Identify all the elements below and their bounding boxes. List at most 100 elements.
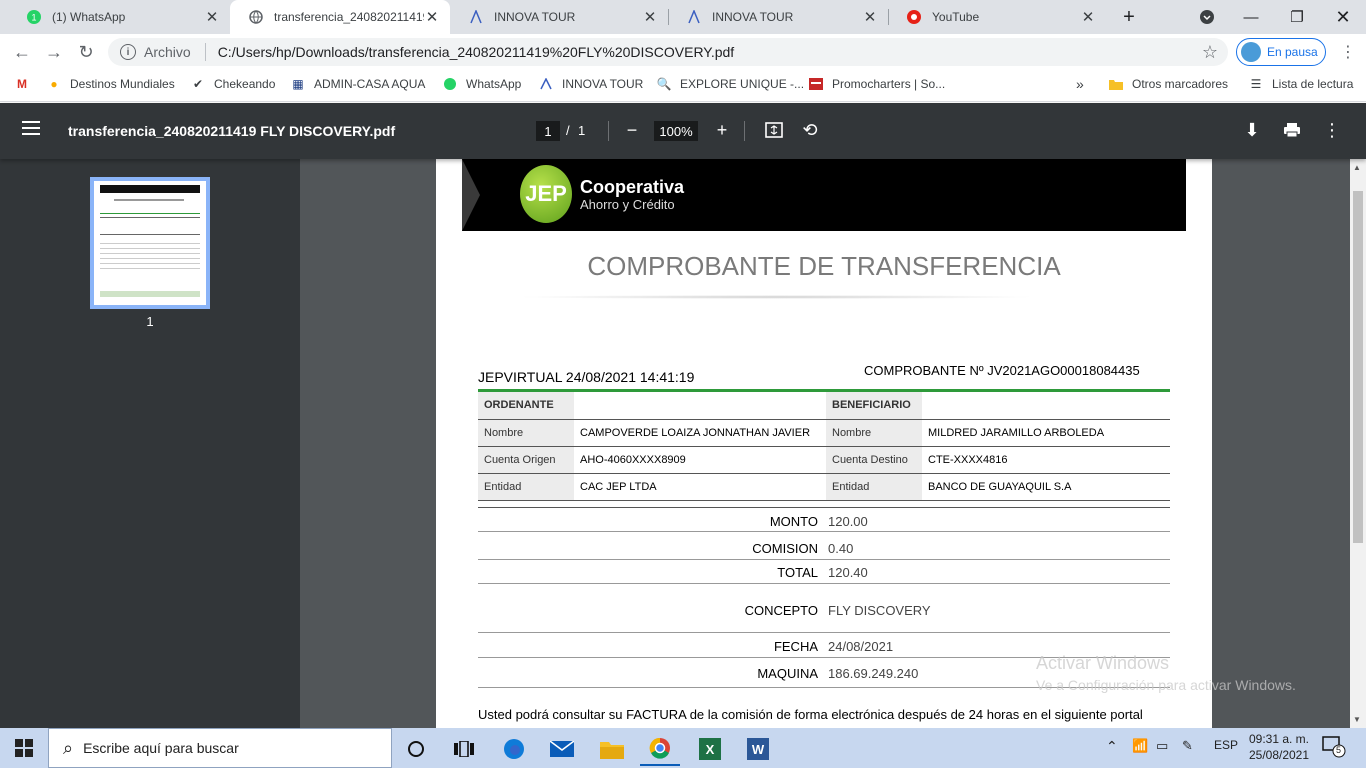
bookmark-label: INNOVA TOUR <box>562 77 644 91</box>
thumbnail-sidebar: 1 <box>0 159 300 728</box>
new-tab-button[interactable]: + <box>1106 0 1152 34</box>
url-text[interactable]: C:/Users/hp/Downloads/transferencia_2408… <box>218 44 1202 60</box>
bookmark-promocharters[interactable]: Promocharters | So... <box>808 70 945 98</box>
close-icon[interactable]: ✕ <box>862 8 878 26</box>
pdf-viewer[interactable]: JEP Cooperativa Ahorro y Crédito COMPROB… <box>300 159 1350 728</box>
brand-name: Cooperativa <box>580 177 685 197</box>
notification-count: 5 <box>1336 745 1342 755</box>
file-explorer-icon[interactable] <box>592 732 632 766</box>
tab-search-button[interactable] <box>1184 0 1230 34</box>
gmail-bookmark[interactable]: M <box>14 70 38 98</box>
star-icon[interactable]: ☆ <box>1202 42 1218 63</box>
minimize-button[interactable]: — <box>1228 0 1274 34</box>
cortana-icon[interactable] <box>396 732 436 766</box>
bookmark-destinos[interactable]: ● Destinos Mundiales <box>46 70 175 98</box>
mail-icon[interactable] <box>542 732 582 766</box>
title-underline <box>516 295 1036 299</box>
address-bar[interactable]: i Archivo C:/Users/hp/Downloads/transfer… <box>108 38 1228 66</box>
other-bookmarks[interactable]: Otros marcadores <box>1108 70 1228 98</box>
channel-datetime: JEPVIRTUAL 24/08/2021 14:41:19 <box>478 369 695 385</box>
table-cell: Entidad <box>826 473 922 501</box>
bookmark-innova[interactable]: INNOVA TOUR <box>538 70 643 98</box>
bookmark-label: EXPLORE UNIQUE -... <box>680 77 805 91</box>
amount-label: MONTO <box>769 514 818 529</box>
vertical-scrollbar[interactable]: ▲ ▼ <box>1350 159 1366 728</box>
taskbar-search[interactable]: ⌕ Escribe aquí para buscar <box>48 728 392 768</box>
bookmark-chekeando[interactable]: ✔ Chekeando <box>190 70 275 98</box>
profile-button[interactable]: En pausa <box>1236 38 1326 66</box>
clock-date: 25/08/2021 <box>1248 748 1310 762</box>
innova-icon <box>538 76 554 92</box>
tab-divider <box>888 9 889 25</box>
promo-icon <box>808 76 824 92</box>
reload-button[interactable]: ↻ <box>72 38 100 66</box>
close-icon[interactable]: ✕ <box>1080 8 1096 26</box>
close-icon[interactable]: ✕ <box>204 8 220 26</box>
zoom-in-icon[interactable]: + <box>710 117 734 143</box>
bookmark-whatsapp[interactable]: WhatsApp <box>442 70 521 98</box>
wifi-icon[interactable]: 📶 <box>1132 738 1148 754</box>
page-thumbnail[interactable] <box>90 177 210 309</box>
tab-innova-2[interactable]: INNOVA TOUR ✕ <box>668 0 888 34</box>
restore-button[interactable]: ❐ <box>1274 0 1320 34</box>
task-view-icon[interactable] <box>444 732 484 766</box>
windows-start-button[interactable] <box>0 728 48 768</box>
amount-value: 0.40 <box>828 541 854 556</box>
tab-youtube[interactable]: YouTube ✕ <box>888 0 1106 34</box>
scroll-up-icon[interactable]: ▲ <box>1353 163 1361 172</box>
more-menu-icon[interactable]: ⋮ <box>1334 38 1362 66</box>
clock-time: 09:31 a. m. <box>1248 732 1310 746</box>
close-icon[interactable]: ✕ <box>642 8 658 26</box>
scroll-down-icon[interactable]: ▼ <box>1353 715 1361 724</box>
chevron-right-icon[interactable]: » <box>1076 70 1084 98</box>
download-icon[interactable]: ⬇ <box>1240 117 1264 143</box>
amount-row-comision: COMISION 0.40 <box>478 535 1170 560</box>
excel-icon[interactable]: X <box>690 732 730 766</box>
close-window-button[interactable]: ✕ <box>1320 0 1366 34</box>
edge-icon[interactable] <box>494 732 534 766</box>
tab-transferencia[interactable]: transferencia_240820211419 ✕ <box>230 0 450 34</box>
fit-page-icon[interactable] <box>762 117 786 143</box>
tab-whatsapp[interactable]: 1 (1) WhatsApp ✕ <box>8 0 230 34</box>
bookmark-explore[interactable]: 🔍 EXPLORE UNIQUE -... <box>656 70 805 98</box>
zoom-input[interactable]: 100% <box>654 121 698 141</box>
bookmark-admin[interactable]: ▦ ADMIN-CASA AQUA <box>290 70 425 98</box>
menu-icon[interactable] <box>22 121 40 135</box>
amount-label: MAQUINA <box>757 666 818 681</box>
youtube-icon <box>906 9 922 25</box>
zoom-out-icon[interactable]: − <box>620 117 644 143</box>
beneficiario-header: BENEFICIARIO <box>826 392 922 420</box>
system-clock[interactable]: 09:31 a. m. 25/08/2021 <box>1244 731 1314 763</box>
language-indicator[interactable]: ESP <box>1214 738 1238 752</box>
transfer-parties-table: ORDENANTE BENEFICIARIO Nombre CAMPOVERDE… <box>478 392 1170 501</box>
bookmark-label: Destinos Mundiales <box>70 77 175 91</box>
reading-list[interactable]: ☰ Lista de lectura <box>1248 70 1354 98</box>
address-divider <box>204 43 206 61</box>
notification-icon[interactable]: 5 <box>1322 734 1346 761</box>
tab-innova-1[interactable]: INNOVA TOUR ✕ <box>450 0 668 34</box>
info-icon[interactable]: i <box>120 44 136 60</box>
amount-label: TOTAL <box>777 565 818 580</box>
amount-value: 24/08/2021 <box>828 639 894 654</box>
windows-activation-title: Activar Windows <box>1036 653 1170 673</box>
more-options-icon[interactable]: ⋮ <box>1320 117 1344 143</box>
table-cell: Entidad <box>478 473 574 501</box>
toolbar-divider <box>608 121 609 141</box>
print-icon[interactable] <box>1280 117 1304 143</box>
table-cell: Cuenta Destino <box>826 446 922 474</box>
word-icon[interactable]: W <box>738 732 778 766</box>
pen-icon[interactable]: ✎ <box>1182 738 1193 754</box>
document-title: COMPROBANTE DE TRANSFERENCIA <box>587 251 1061 281</box>
forward-button[interactable]: → <box>40 38 68 66</box>
check-icon: ✔ <box>192 77 204 91</box>
rotate-icon[interactable]: ⟲ <box>798 117 822 143</box>
chrome-taskbar-icon[interactable] <box>640 732 680 766</box>
scrollbar-thumb[interactable] <box>1353 191 1363 543</box>
chevron-up-icon[interactable]: ⌃ <box>1106 738 1118 755</box>
page-number-input[interactable]: 1 <box>536 121 560 141</box>
back-button[interactable]: ← <box>8 38 36 66</box>
table-cell: Nombre <box>826 419 922 447</box>
battery-icon[interactable]: ▭ <box>1156 738 1168 754</box>
tab-title: YouTube <box>932 10 980 24</box>
close-icon[interactable]: ✕ <box>424 8 440 26</box>
